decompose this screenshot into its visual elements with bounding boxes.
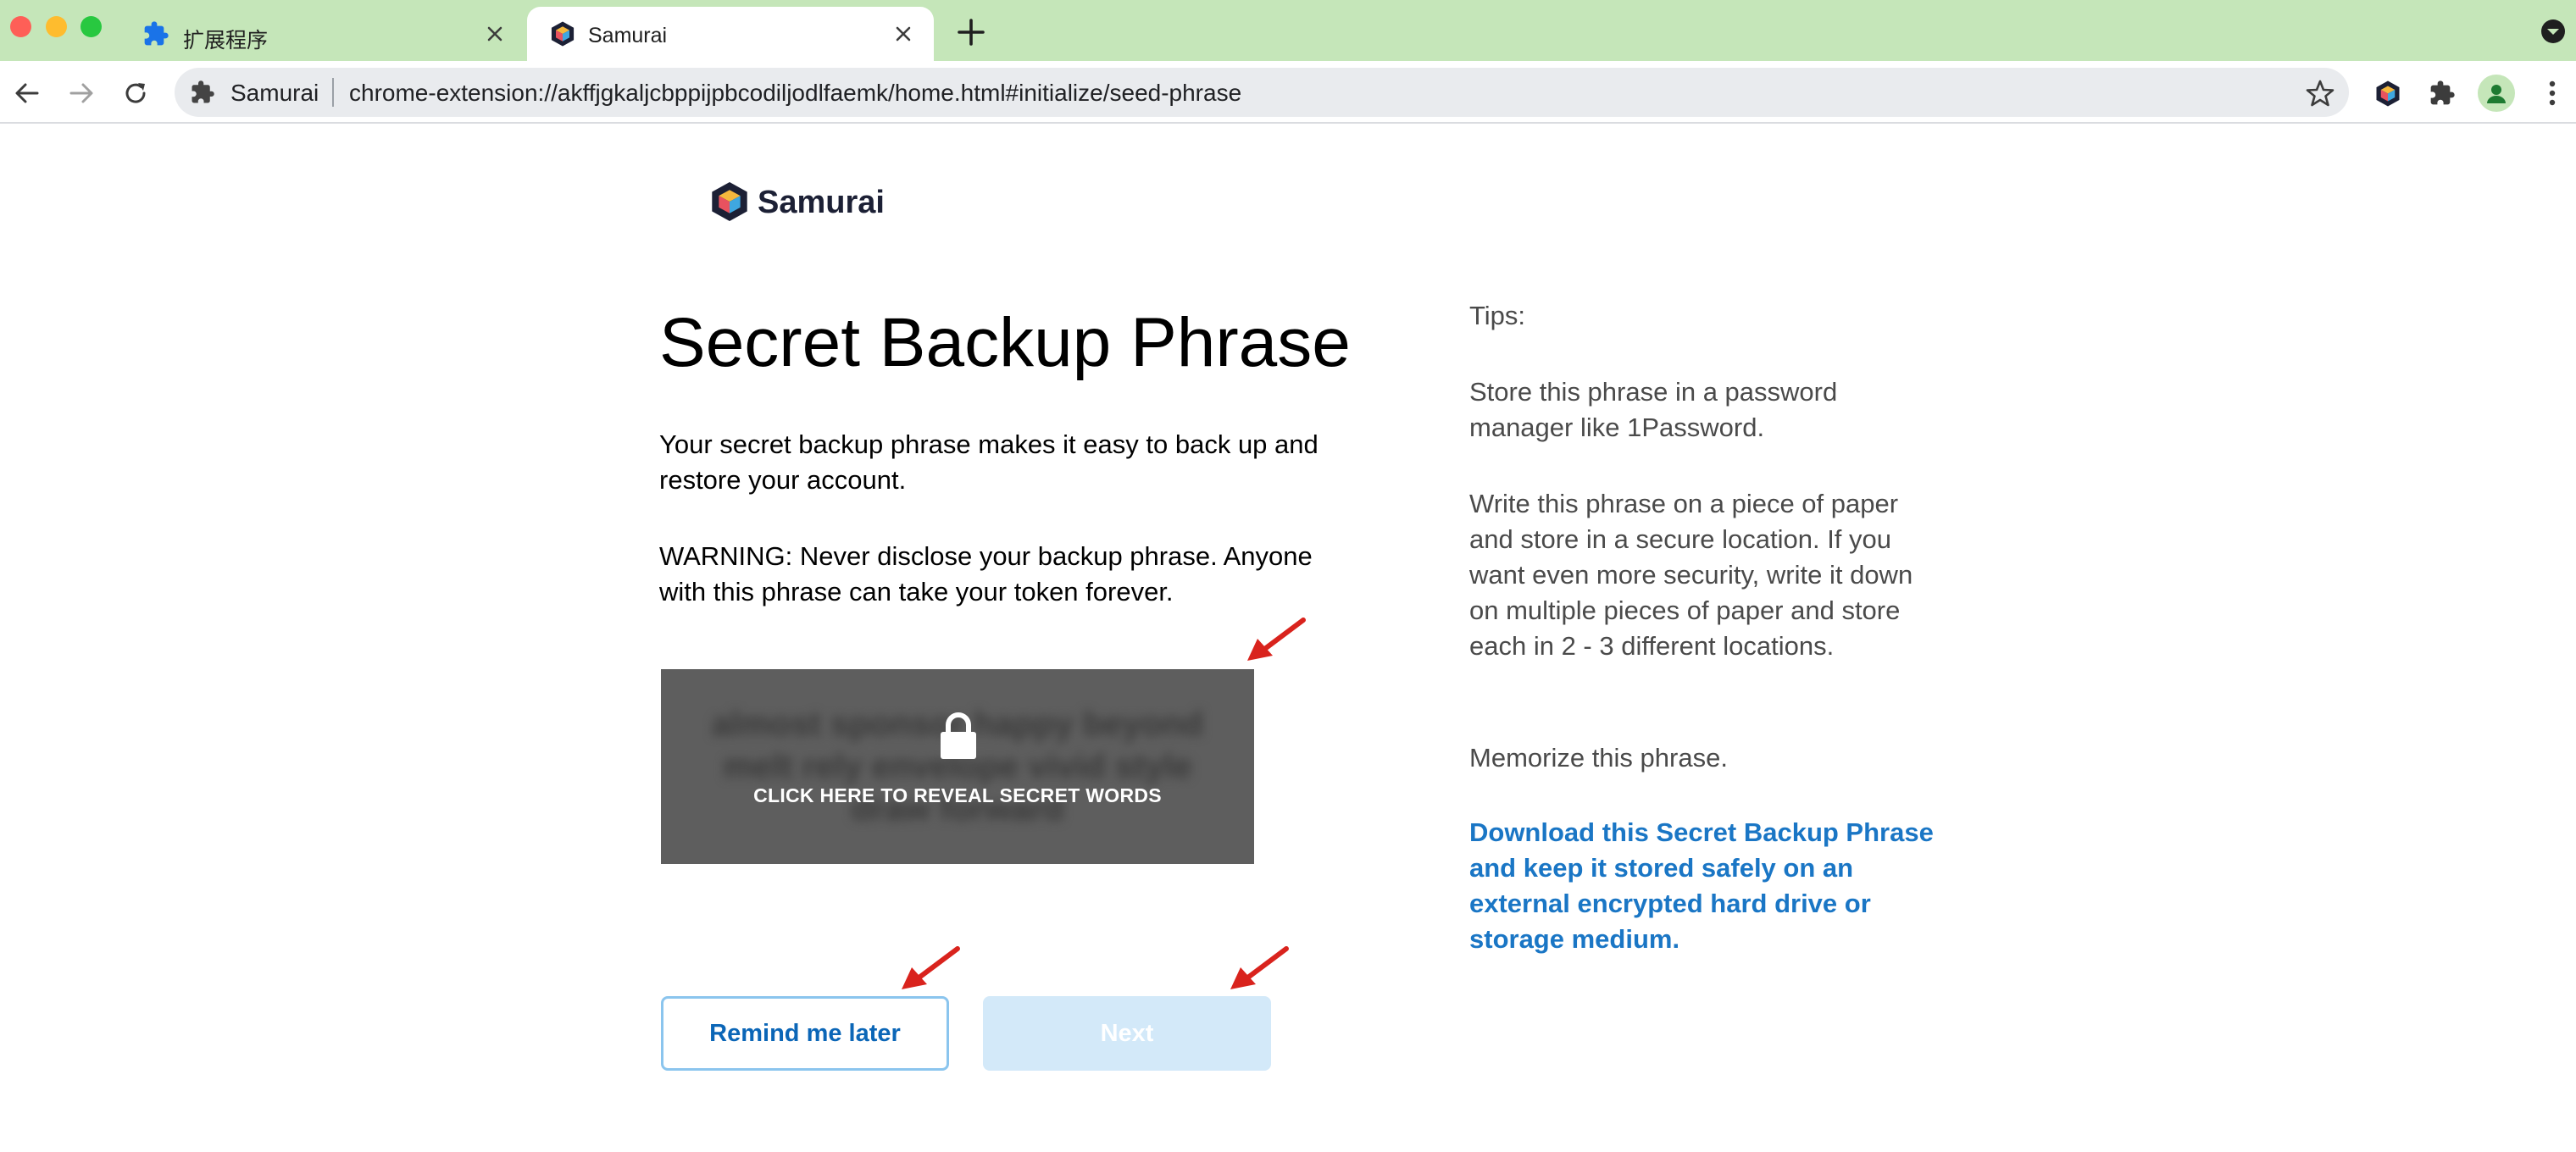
annotation-arrow-icon <box>1247 618 1306 661</box>
tab-search-chevron-icon[interactable] <box>2540 19 2566 44</box>
window-zoom-button[interactable] <box>80 16 102 37</box>
tab-close-icon[interactable] <box>480 19 510 49</box>
extensions-puzzle-icon[interactable] <box>2425 76 2459 110</box>
next-button[interactable]: Next <box>983 996 1271 1071</box>
back-arrow-icon[interactable] <box>10 76 44 110</box>
address-separator <box>332 78 334 107</box>
address-site-name: Samurai <box>230 80 319 106</box>
profile-avatar-icon[interactable] <box>2478 75 2515 112</box>
warning-text: WARNING: Never disclose your backup phra… <box>659 541 1313 606</box>
extension-puzzle-icon <box>192 80 214 103</box>
puzzle-icon <box>144 21 169 46</box>
lock-icon <box>941 712 976 759</box>
forward-arrow-icon[interactable] <box>64 76 98 110</box>
window-close-button[interactable] <box>10 16 31 37</box>
tip-item: Memorize this phrase. <box>1469 743 1728 773</box>
tip-item: Store this phrase in a password manager … <box>1469 377 1838 442</box>
reveal-label: CLICK HERE TO REVEAL SECRET WORDS <box>753 784 1162 806</box>
reload-icon[interactable] <box>119 76 153 110</box>
tab-title: 扩展程序 <box>183 29 269 53</box>
tip-item: Write this phrase on a piece of paper an… <box>1469 489 1913 661</box>
annotation-arrow-icon <box>1230 946 1289 989</box>
download-backup-phrase-link[interactable]: Download this Secret Backup Phrase and k… <box>1469 815 1944 957</box>
samurai-extension-icon[interactable] <box>2371 76 2405 110</box>
annotation-arrow-icon <box>902 946 960 989</box>
bookmark-star-icon[interactable] <box>2305 78 2335 108</box>
address-url[interactable]: chrome-extension://akffjgkaljcbppijpbcod… <box>349 80 1241 107</box>
new-tab-plus-icon[interactable] <box>954 15 988 49</box>
tab-title: Samurai <box>588 24 668 47</box>
samurai-logo-icon <box>712 182 747 221</box>
more-menu-icon[interactable] <box>2535 76 2569 110</box>
page-title: Secret Backup Phrase <box>659 304 1351 381</box>
reveal-secret-words-box[interactable]: almost sponsor happy beyond melt rely en… <box>661 669 1254 864</box>
brand-name: Samurai <box>758 185 885 220</box>
description-text: Your secret backup phrase makes it easy … <box>659 429 1319 495</box>
remind-me-later-button[interactable]: Remind me later <box>661 996 949 1071</box>
samurai-logo-icon <box>551 21 575 47</box>
tab-samurai[interactable]: Samurai <box>527 7 934 61</box>
window-minimize-button[interactable] <box>46 16 67 37</box>
tips-heading: Tips: <box>1469 301 1526 330</box>
tab-extensions[interactable]: 扩展程序 <box>127 7 525 61</box>
tab-close-icon[interactable] <box>888 19 919 49</box>
